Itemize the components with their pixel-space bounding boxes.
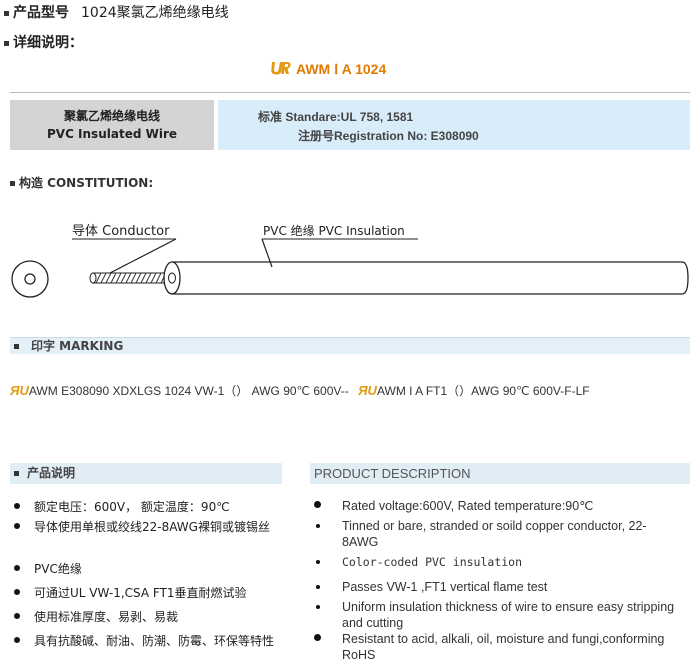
marking-heading: 印字 MARKING: [31, 339, 124, 353]
standards-box: 标准 Standare:UL 758, 1581 注册号Registration…: [218, 100, 690, 150]
bullet-square-icon: [4, 10, 9, 16]
product-model-row: 产品型号 1024聚氯乙烯绝缘电线: [4, 2, 229, 22]
pvc-insulation-body: [163, 261, 689, 295]
product-model-value: 1024聚氯乙烯绝缘电线: [81, 5, 229, 21]
marking-heading-band: 印字 MARKING: [10, 337, 690, 354]
bullet-square-icon: [10, 181, 15, 186]
product-name-box: 聚氯乙烯绝缘电线 PVC Insulated Wire: [10, 100, 214, 150]
bullet-dot-icon: [314, 634, 321, 641]
conductor-strand: [89, 272, 174, 284]
bullet-dot-icon: [316, 585, 320, 589]
awm-logo-text: AWM Ⅰ A 1024: [296, 61, 387, 77]
bullet-square-icon: [14, 471, 19, 476]
ul-awm-logo: AWM Ⅰ A 1024: [270, 61, 386, 78]
marking-text-2: AWM I A FT1（）AWG 90℃ 600V-F-LF: [376, 384, 590, 398]
product-description-en-heading: PRODUCT DESCRIPTION: [314, 466, 471, 481]
bullet-dot-icon: [14, 637, 20, 643]
spec-band: 聚氯乙烯绝缘电线 PVC Insulated Wire 标准 Standare:…: [10, 100, 690, 150]
insulation-label: PVC 绝缘 PVC Insulation: [263, 223, 405, 238]
detail-description-row: 详细说明：: [4, 32, 83, 52]
ul-recognized-icon: [271, 62, 291, 75]
bullet-dot-icon: [14, 565, 20, 571]
bullet-square-icon: [4, 40, 9, 46]
product-description-cn-heading: 产品说明: [27, 466, 76, 480]
standard-text: 标准 Standare:UL 758, 1581: [258, 110, 414, 124]
product-model-label: 产品型号: [13, 5, 69, 21]
bullet-dot-icon: [14, 589, 20, 595]
divider: [10, 92, 690, 93]
bullet-dot-icon: [14, 613, 20, 619]
ul-recognized-icon: ЯU: [10, 383, 29, 398]
cable-diagram: 导体 Conductor PVC 绝缘 PVC Insulation: [11, 223, 689, 298]
marking-text-1: AWM E308090 XDXLGS 1024 VW-1（） AWG 90℃ 6…: [28, 384, 349, 398]
bullet-dot-icon: [316, 524, 320, 528]
ul-recognized-icon: ЯU: [358, 383, 377, 398]
product-description-cn-heading-band: 产品说明: [10, 463, 282, 484]
bullet-dot-icon: [314, 501, 321, 508]
marking-text: ЯUAWM E308090 XDXLGS 1024 VW-1（） AWG 90℃…: [10, 382, 590, 399]
product-description-en-heading-band: PRODUCT DESCRIPTION: [310, 463, 690, 484]
product-name-en: PVC Insulated Wire: [46, 127, 178, 141]
bullet-dot-icon: [316, 560, 320, 564]
bullet-dot-icon: [14, 523, 20, 529]
cable-cross-section: [11, 260, 49, 298]
bullet-square-icon: [14, 344, 19, 349]
registration-text: 注册号Registration No: E308090: [298, 129, 479, 143]
constitution-heading: 构造 CONSTITUTION:: [10, 174, 153, 191]
product-name-cn: 聚氯乙烯绝缘电线: [63, 109, 160, 123]
conductor-label: 导体 Conductor: [72, 224, 170, 239]
bullet-dot-icon: [316, 605, 320, 609]
bullet-dot-icon: [14, 503, 20, 509]
detail-description-label: 详细说明：: [13, 35, 83, 51]
